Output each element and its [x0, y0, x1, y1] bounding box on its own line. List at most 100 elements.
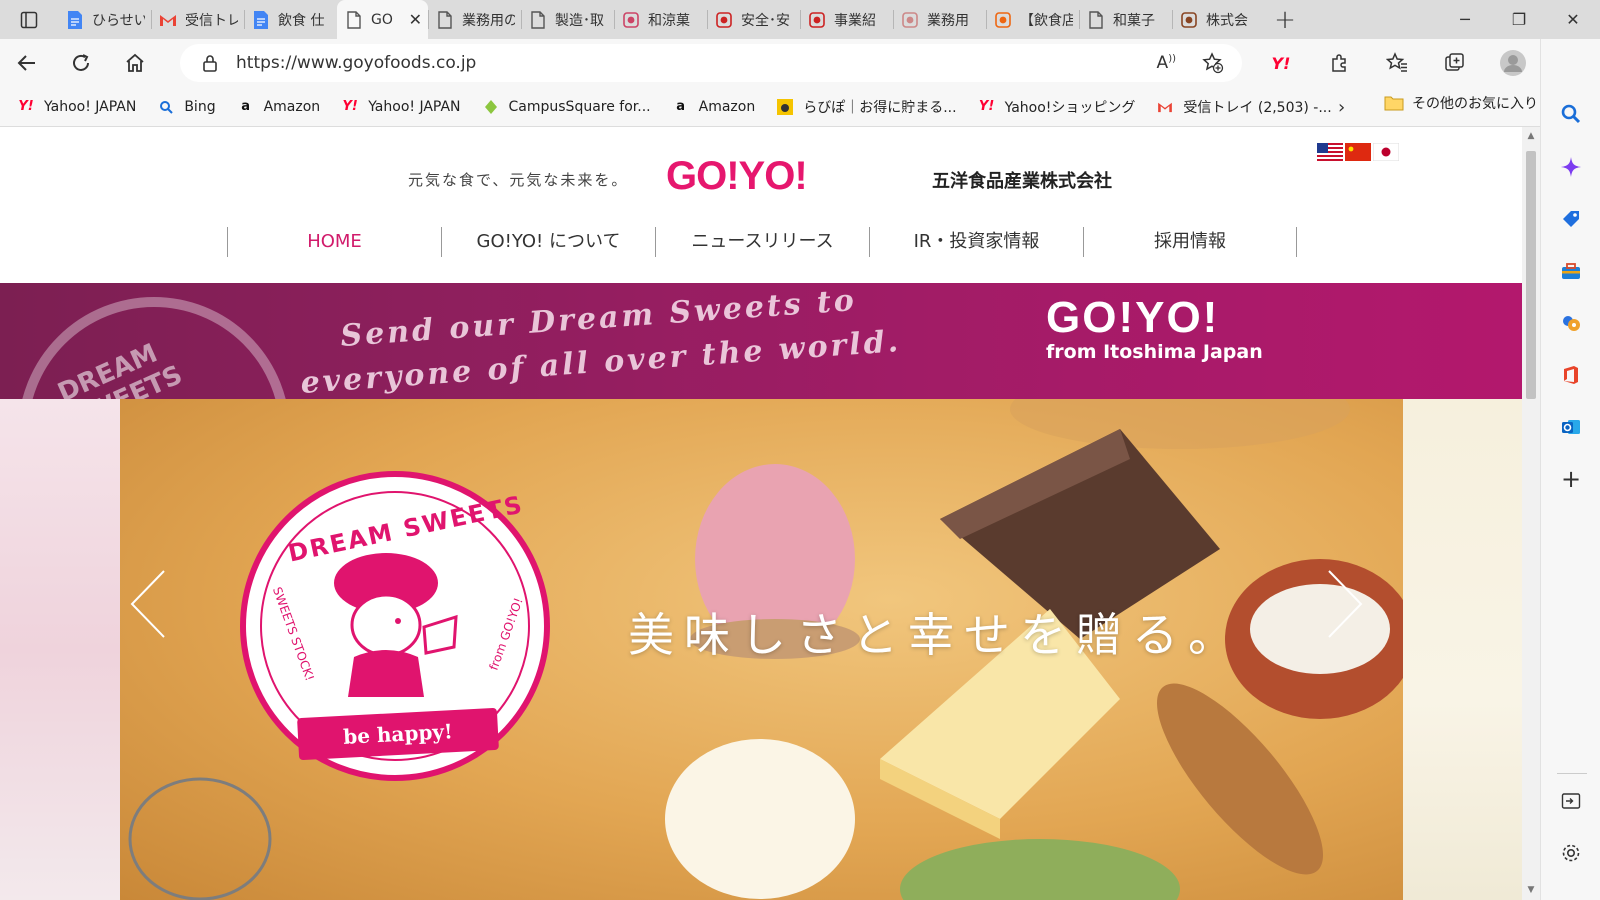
browser-tab[interactable]: ひらせい	[58, 0, 151, 39]
tab-title: 製造･取	[555, 12, 604, 29]
new-tab-button[interactable]: +	[1265, 0, 1305, 39]
nav-item[interactable]: HOME	[227, 227, 441, 257]
tab-actions-button[interactable]	[0, 0, 58, 39]
cn-flag-icon[interactable]	[1345, 143, 1371, 161]
read-aloud-icon[interactable]: A))	[1157, 53, 1176, 73]
amazon-icon: a	[241, 99, 250, 114]
restore-button[interactable]: ❐	[1492, 0, 1546, 39]
scroll-up-arrow-icon[interactable]: ▲	[1526, 131, 1536, 141]
browser-tab[interactable]: 安全･安	[707, 0, 800, 39]
sidebar-hide-button[interactable]	[1541, 783, 1600, 819]
sidebar-search-button[interactable]	[1541, 96, 1600, 132]
favorites-bar-item[interactable]: Y! Yahoo! JAPAN	[342, 97, 461, 117]
other-favorites-folder[interactable]: その他のお気に入り	[1384, 93, 1538, 113]
back-button[interactable]	[0, 39, 54, 87]
tab-title: 事業紹	[834, 12, 876, 29]
home-button[interactable]	[108, 39, 162, 87]
plus-icon: +	[1560, 465, 1582, 493]
favorites-bar-item[interactable]: a Amazon	[673, 97, 755, 117]
browser-tab[interactable]: 受信トレ	[151, 0, 244, 39]
gmail-icon	[1157, 99, 1173, 115]
sidebar-office-button[interactable]	[1541, 357, 1600, 393]
browser-tab[interactable]: 和菓子	[1079, 0, 1172, 39]
url-text[interactable]: https://www.goyofoods.co.jp	[236, 53, 476, 73]
collections-icon[interactable]	[1426, 52, 1484, 74]
add-favorite-icon[interactable]	[1202, 52, 1224, 74]
browser-tab[interactable]: 製造･取	[521, 0, 614, 39]
favorites-bar-item[interactable]: Y! Yahoo! JAPAN	[18, 97, 136, 117]
browser-tab[interactable]: 和涼菓	[614, 0, 707, 39]
browser-tab[interactable]: 業務用	[893, 0, 986, 39]
favorites-bar-item[interactable]: Bing	[158, 97, 216, 117]
favorites-bar-label: らびぽ｜お得に貯まる...	[803, 99, 957, 116]
scrollbar-thumb[interactable]	[1526, 151, 1536, 399]
jp-flag-icon[interactable]	[1373, 143, 1399, 161]
favorites-bar-item[interactable]: Y! Yahoo!ショッピング	[979, 97, 1136, 117]
refresh-icon	[73, 54, 89, 71]
page-scrollbar[interactable]: ▲ ▼	[1522, 127, 1540, 900]
close-window-button[interactable]: ✕	[1546, 0, 1600, 39]
address-bar[interactable]: https://www.goyofoods.co.jp A))	[180, 44, 1242, 82]
gear-icon	[1562, 844, 1580, 862]
tab-title: 株式会	[1206, 12, 1248, 29]
profile-avatar[interactable]	[1484, 49, 1542, 77]
tab-title: 業務用	[927, 12, 969, 29]
nav-item[interactable]: 採用情報	[1083, 227, 1297, 257]
tab-title: 安全･安	[741, 12, 790, 29]
scroll-down-arrow-icon[interactable]: ▼	[1526, 885, 1536, 895]
sparkle-icon	[1561, 157, 1581, 177]
outlook-icon	[1562, 420, 1580, 434]
lock-icon[interactable]	[202, 54, 218, 72]
tab-close-icon[interactable]: ✕	[409, 10, 422, 29]
refresh-button[interactable]	[54, 39, 108, 87]
tab-title: 和菓子	[1113, 12, 1155, 29]
google-docs-icon	[66, 10, 84, 29]
banner-stamp-logo: DREAM SWEETS	[18, 297, 290, 399]
sidebar-settings-button[interactable]	[1541, 835, 1600, 871]
tab-title: 受信トレ	[185, 12, 238, 29]
browser-tab[interactable]: GO ✕	[337, 0, 428, 39]
campussquare-icon	[483, 99, 499, 115]
favorites-bar-item[interactable]: CampusSquare for...	[483, 97, 651, 117]
sidebar-outlook-button[interactable]	[1541, 409, 1600, 445]
search-icon	[1561, 104, 1581, 124]
more-favorites-chevron-icon[interactable]: ›	[1338, 97, 1345, 118]
browser-tab[interactable]: 業務用の	[428, 0, 521, 39]
sidebar-divider	[1557, 773, 1587, 774]
page-viewport: 元気な食で、元気な未来を。 GO!YO! 五洋食品産業株式会社 HOME GO!Y…	[0, 127, 1522, 900]
next-slide-peek[interactable]	[1403, 399, 1522, 900]
site-header: 元気な食で、元気な未来を。 GO!YO! 五洋食品産業株式会社 HOME GO!Y…	[0, 127, 1522, 277]
gmail-icon	[159, 11, 177, 29]
prev-slide-peek[interactable]	[0, 399, 120, 900]
yahoo-extension-icon[interactable]: Y!	[1252, 54, 1310, 73]
favorites-bar-item[interactable]: らびぽ｜お得に貯まる...	[777, 97, 957, 117]
favorites-bar-label: Bing	[184, 98, 216, 115]
sidebar-add-button[interactable]: +	[1541, 461, 1600, 497]
favorites-icon[interactable]	[1368, 52, 1426, 74]
sidebar-copilot-button[interactable]	[1541, 149, 1600, 185]
nav-item[interactable]: GO!YO! について	[441, 227, 655, 257]
sidebar-shopping-button[interactable]	[1541, 201, 1600, 237]
browser-tab[interactable]: 【飲食店	[986, 0, 1079, 39]
sidebar-games-button[interactable]	[1541, 305, 1600, 341]
nav-item[interactable]: ニュースリリース	[655, 227, 869, 257]
browser-tab[interactable]: 飲食 仕	[244, 0, 337, 39]
favorites-bar-item[interactable]: 受信トレイ (2,503) -...	[1157, 97, 1332, 117]
browser-tab[interactable]: 事業紹	[800, 0, 893, 39]
next-slide-arrow-icon[interactable]	[1325, 569, 1365, 639]
browser-tab[interactable]: 株式会	[1172, 0, 1265, 39]
site-logo[interactable]: GO!YO!	[666, 154, 808, 199]
language-switcher	[1317, 143, 1399, 161]
minimize-button[interactable]: ─	[1438, 0, 1492, 39]
page-icon	[529, 10, 547, 29]
sidebar-tools-button[interactable]	[1541, 253, 1600, 289]
nav-item[interactable]: IR・投資家情報	[869, 227, 1083, 257]
dream-sweets-banner[interactable]: DREAM SWEETS Send our Dream Sweets to ev…	[0, 283, 1522, 399]
extensions-icon[interactable]	[1310, 53, 1368, 73]
favorites-bar-label: Yahoo! JAPAN	[368, 98, 461, 115]
logo-ribbon-text: be happy!	[342, 719, 454, 749]
yahoo-icon: Y!	[978, 99, 995, 114]
prev-slide-arrow-icon[interactable]	[128, 569, 168, 639]
favorites-bar-item[interactable]: a Amazon	[238, 97, 320, 117]
us-flag-icon[interactable]	[1317, 143, 1343, 161]
